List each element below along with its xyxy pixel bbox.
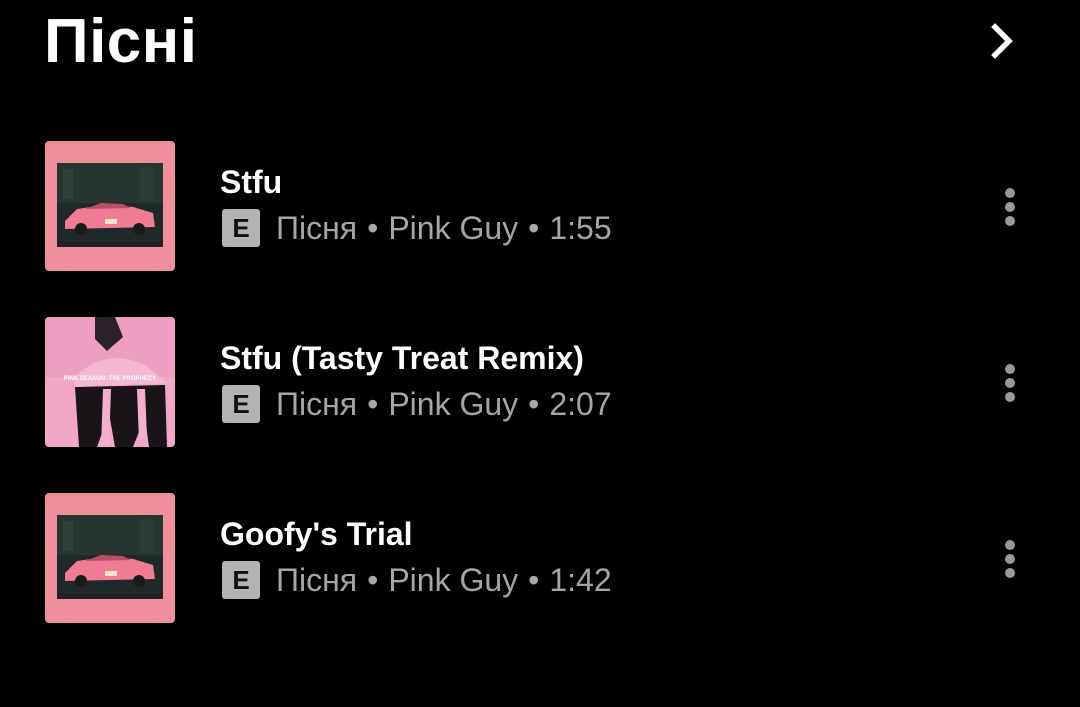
song-row[interactable]: PINK SEASON: THE PROPHECY Stfu (Tasty Tr… <box>0 296 1080 447</box>
song-type: Пісня <box>276 562 358 598</box>
song-title: Goofy's Trial <box>220 516 413 552</box>
chevron-right-icon[interactable] <box>978 16 1028 66</box>
song-type: Пісня <box>276 210 358 246</box>
song-duration: 1:42 <box>549 562 612 598</box>
song-meta: E Пісня • Pink Guy • 2:07 <box>222 384 612 424</box>
song-row[interactable]: Goofy's Trial E Пісня • Pink Guy • 1:42 <box>0 472 1080 623</box>
album-artwork <box>45 493 175 623</box>
explicit-badge: E <box>222 561 260 599</box>
separator: • <box>367 385 379 422</box>
explicit-badge: E <box>222 209 260 247</box>
separator: • <box>367 561 379 598</box>
song-type: Пісня <box>276 386 358 422</box>
artwork-caption: PINK SEASON: THE PROPHECY <box>64 376 156 382</box>
album-artwork: PINK SEASON: THE PROPHECY <box>45 317 175 447</box>
song-duration: 2:07 <box>549 386 612 422</box>
more-vert-icon[interactable] <box>990 534 1030 584</box>
more-vert-icon[interactable] <box>990 358 1030 408</box>
separator: • <box>528 385 540 422</box>
more-vert-icon[interactable] <box>990 182 1030 232</box>
song-title: Stfu <box>220 164 283 200</box>
song-artist: Pink Guy <box>388 562 519 598</box>
separator: • <box>528 561 540 598</box>
section-header: Пісні <box>0 0 1080 90</box>
song-meta: E Пісня • Pink Guy • 1:55 <box>222 208 612 248</box>
explicit-badge: E <box>222 385 260 423</box>
separator: • <box>367 209 379 246</box>
separator: • <box>528 209 540 246</box>
song-row[interactable]: Stfu E Пісня • Pink Guy • 1:55 <box>0 120 1080 271</box>
song-artist: Pink Guy <box>388 386 519 422</box>
section-title: Пісні <box>44 7 198 76</box>
song-title: Stfu (Tasty Treat Remix) <box>220 340 584 376</box>
song-artist: Pink Guy <box>388 210 519 246</box>
song-meta: E Пісня • Pink Guy • 1:42 <box>222 560 612 600</box>
song-duration: 1:55 <box>549 210 612 246</box>
album-artwork <box>45 141 175 271</box>
